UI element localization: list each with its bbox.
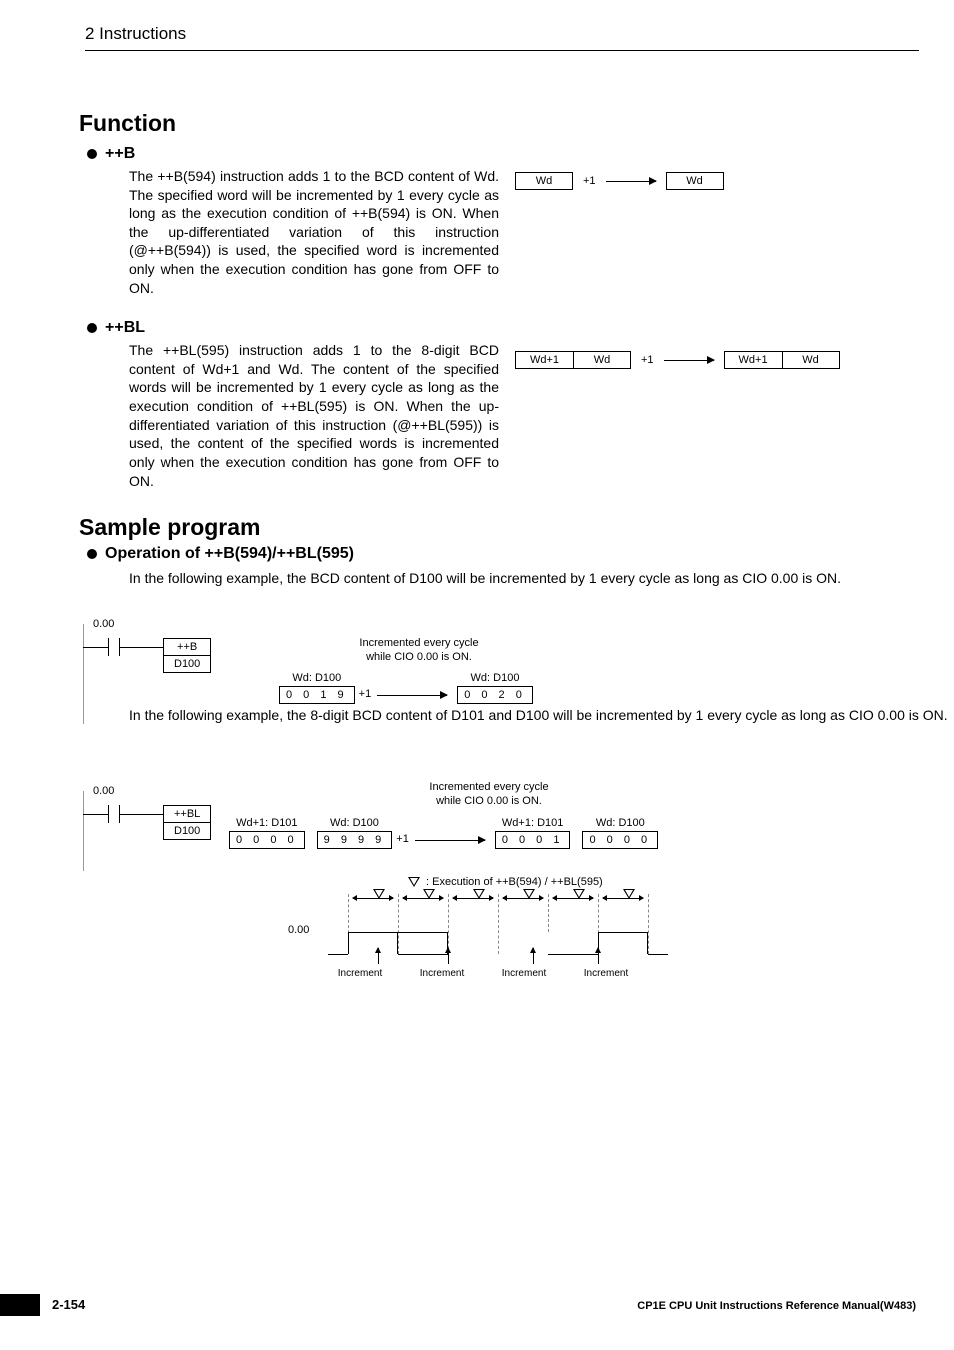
a1-value: 0 0 0 1 [495, 831, 571, 849]
bit-label: 0.00 [93, 618, 114, 630]
mnemonic: ++BL [164, 806, 210, 823]
box-pair: Wd+1 Wd [515, 351, 631, 369]
instruction-box: ++BL D100 [163, 805, 211, 840]
after-label: Wd: D100 [471, 672, 520, 684]
arrow-up-icon [378, 948, 379, 964]
signal-label: 0.00 [288, 924, 309, 936]
arrow-right-icon [606, 181, 656, 182]
subheading-ppb: ++B [87, 145, 919, 163]
diagram-ppb: Wd +1 Wd [515, 172, 724, 190]
subheading-ppbl: ++BL [87, 319, 919, 337]
arrow-up-icon [448, 948, 449, 964]
plus-one-label: +1 [641, 354, 654, 366]
operand: D100 [164, 823, 210, 839]
box-wd1: Wd+1 [724, 351, 782, 369]
before-label: Wd: D100 [292, 672, 341, 684]
increment-labels: Increment Increment Increment Increment [330, 968, 636, 979]
b2-value: 9 9 9 9 [317, 831, 393, 849]
b2-label: Wd: D100 [330, 817, 379, 829]
arrow-right-icon [377, 695, 447, 696]
timing-diagram: : Execution of ++B(594) / ++BL(595) 0.00 [288, 876, 718, 1006]
inc-label: Increment [494, 968, 554, 979]
para-ppbl: The ++BL(595) instruction adds 1 to the … [129, 341, 499, 490]
bullet-icon [87, 323, 97, 333]
ladder1-caption: Incremented every cycle while CIO 0.00 i… [319, 636, 519, 665]
operand: D100 [164, 656, 210, 672]
box-pair: Wd+1 Wd [724, 351, 840, 369]
plus-one-label: +1 [359, 688, 372, 700]
plus-one-label: +1 [583, 175, 596, 187]
page-number: 2-154 [52, 1297, 85, 1312]
ladder-rung: ++B D100 [83, 638, 233, 656]
arrow-up-icon [533, 948, 534, 964]
timing-lane [348, 894, 668, 954]
instruction-box: ++B D100 [163, 638, 211, 673]
contact-icon [105, 638, 123, 656]
manual-reference: CP1E CPU Unit Instructions Reference Man… [637, 1300, 916, 1312]
legend-text: : Execution of ++B(594) / ++BL(595) [426, 876, 603, 888]
diagram-ppbl: Wd+1 Wd +1 Wd+1 Wd [515, 351, 840, 369]
bit-label: 0.00 [93, 785, 114, 797]
b1-value: 0 0 0 0 [229, 831, 305, 849]
ladder-rung: ++BL D100 [83, 805, 233, 823]
box-wd: Wd [515, 172, 573, 190]
arrow-right-icon [415, 840, 485, 841]
box-wd: Wd [666, 172, 724, 190]
plus-one-label: +1 [396, 833, 409, 845]
a1-label: Wd+1: D101 [502, 817, 563, 829]
page-header: 2 Instructions [85, 24, 919, 51]
contact-icon [105, 805, 123, 823]
inc-label: Increment [412, 968, 472, 979]
inc-label: Increment [330, 968, 390, 979]
inc-label: Increment [576, 968, 636, 979]
box-wd: Wd [782, 351, 840, 369]
page-footer: 2-154 CP1E CPU Unit Instructions Referen… [0, 1294, 954, 1320]
heading-sample: Sample program [79, 514, 919, 541]
a2-label: Wd: D100 [596, 817, 645, 829]
triangle-icon [408, 877, 420, 887]
bullet-icon [87, 549, 97, 559]
box-wd1: Wd+1 [515, 351, 573, 369]
mnemonic: ++B [164, 639, 210, 656]
a2-value: 0 0 0 0 [582, 831, 658, 849]
before-value: 0 0 1 9 [279, 686, 355, 704]
ladder-diagram-1: 0.00 ++B D100 Incremented every cycle wh… [79, 618, 599, 718]
arrow-up-icon [598, 948, 599, 964]
ladder2-caption: Incremented every cycle while CIO 0.00 i… [389, 780, 589, 809]
para-sample1: In the following example, the BCD conten… [129, 569, 954, 588]
after-value: 0 0 2 0 [457, 686, 533, 704]
ladder1-values: Wd: D100 0 0 1 9 +1 Wd: D100 0 0 2 0 [279, 672, 533, 704]
subheading-operation: Operation of ++B(594)/++BL(595) [87, 545, 919, 563]
subheading-operation-label: Operation of ++B(594)/++BL(595) [105, 545, 354, 563]
arrow-right-icon [664, 360, 714, 361]
ladder2-values: Wd+1: D101 0 0 0 0 Wd: D100 9 9 9 9 +1 W… [229, 817, 658, 849]
chapter-title: 2 Instructions [85, 24, 186, 43]
subheading-ppbl-label: ++BL [105, 319, 145, 337]
ladder-diagram-2: 0.00 ++BL D100 Incremented every cycle w… [79, 785, 699, 865]
para-ppb: The ++B(594) instruction adds 1 to the B… [129, 167, 499, 297]
bullet-icon [87, 149, 97, 159]
footer-stripe [0, 1294, 40, 1316]
box-wd: Wd [573, 351, 631, 369]
subheading-ppb-label: ++B [105, 145, 135, 163]
b1-label: Wd+1: D101 [236, 817, 297, 829]
ladder-rail [83, 791, 84, 871]
timing-legend: : Execution of ++B(594) / ++BL(595) [408, 876, 603, 888]
heading-function: Function [79, 110, 919, 137]
